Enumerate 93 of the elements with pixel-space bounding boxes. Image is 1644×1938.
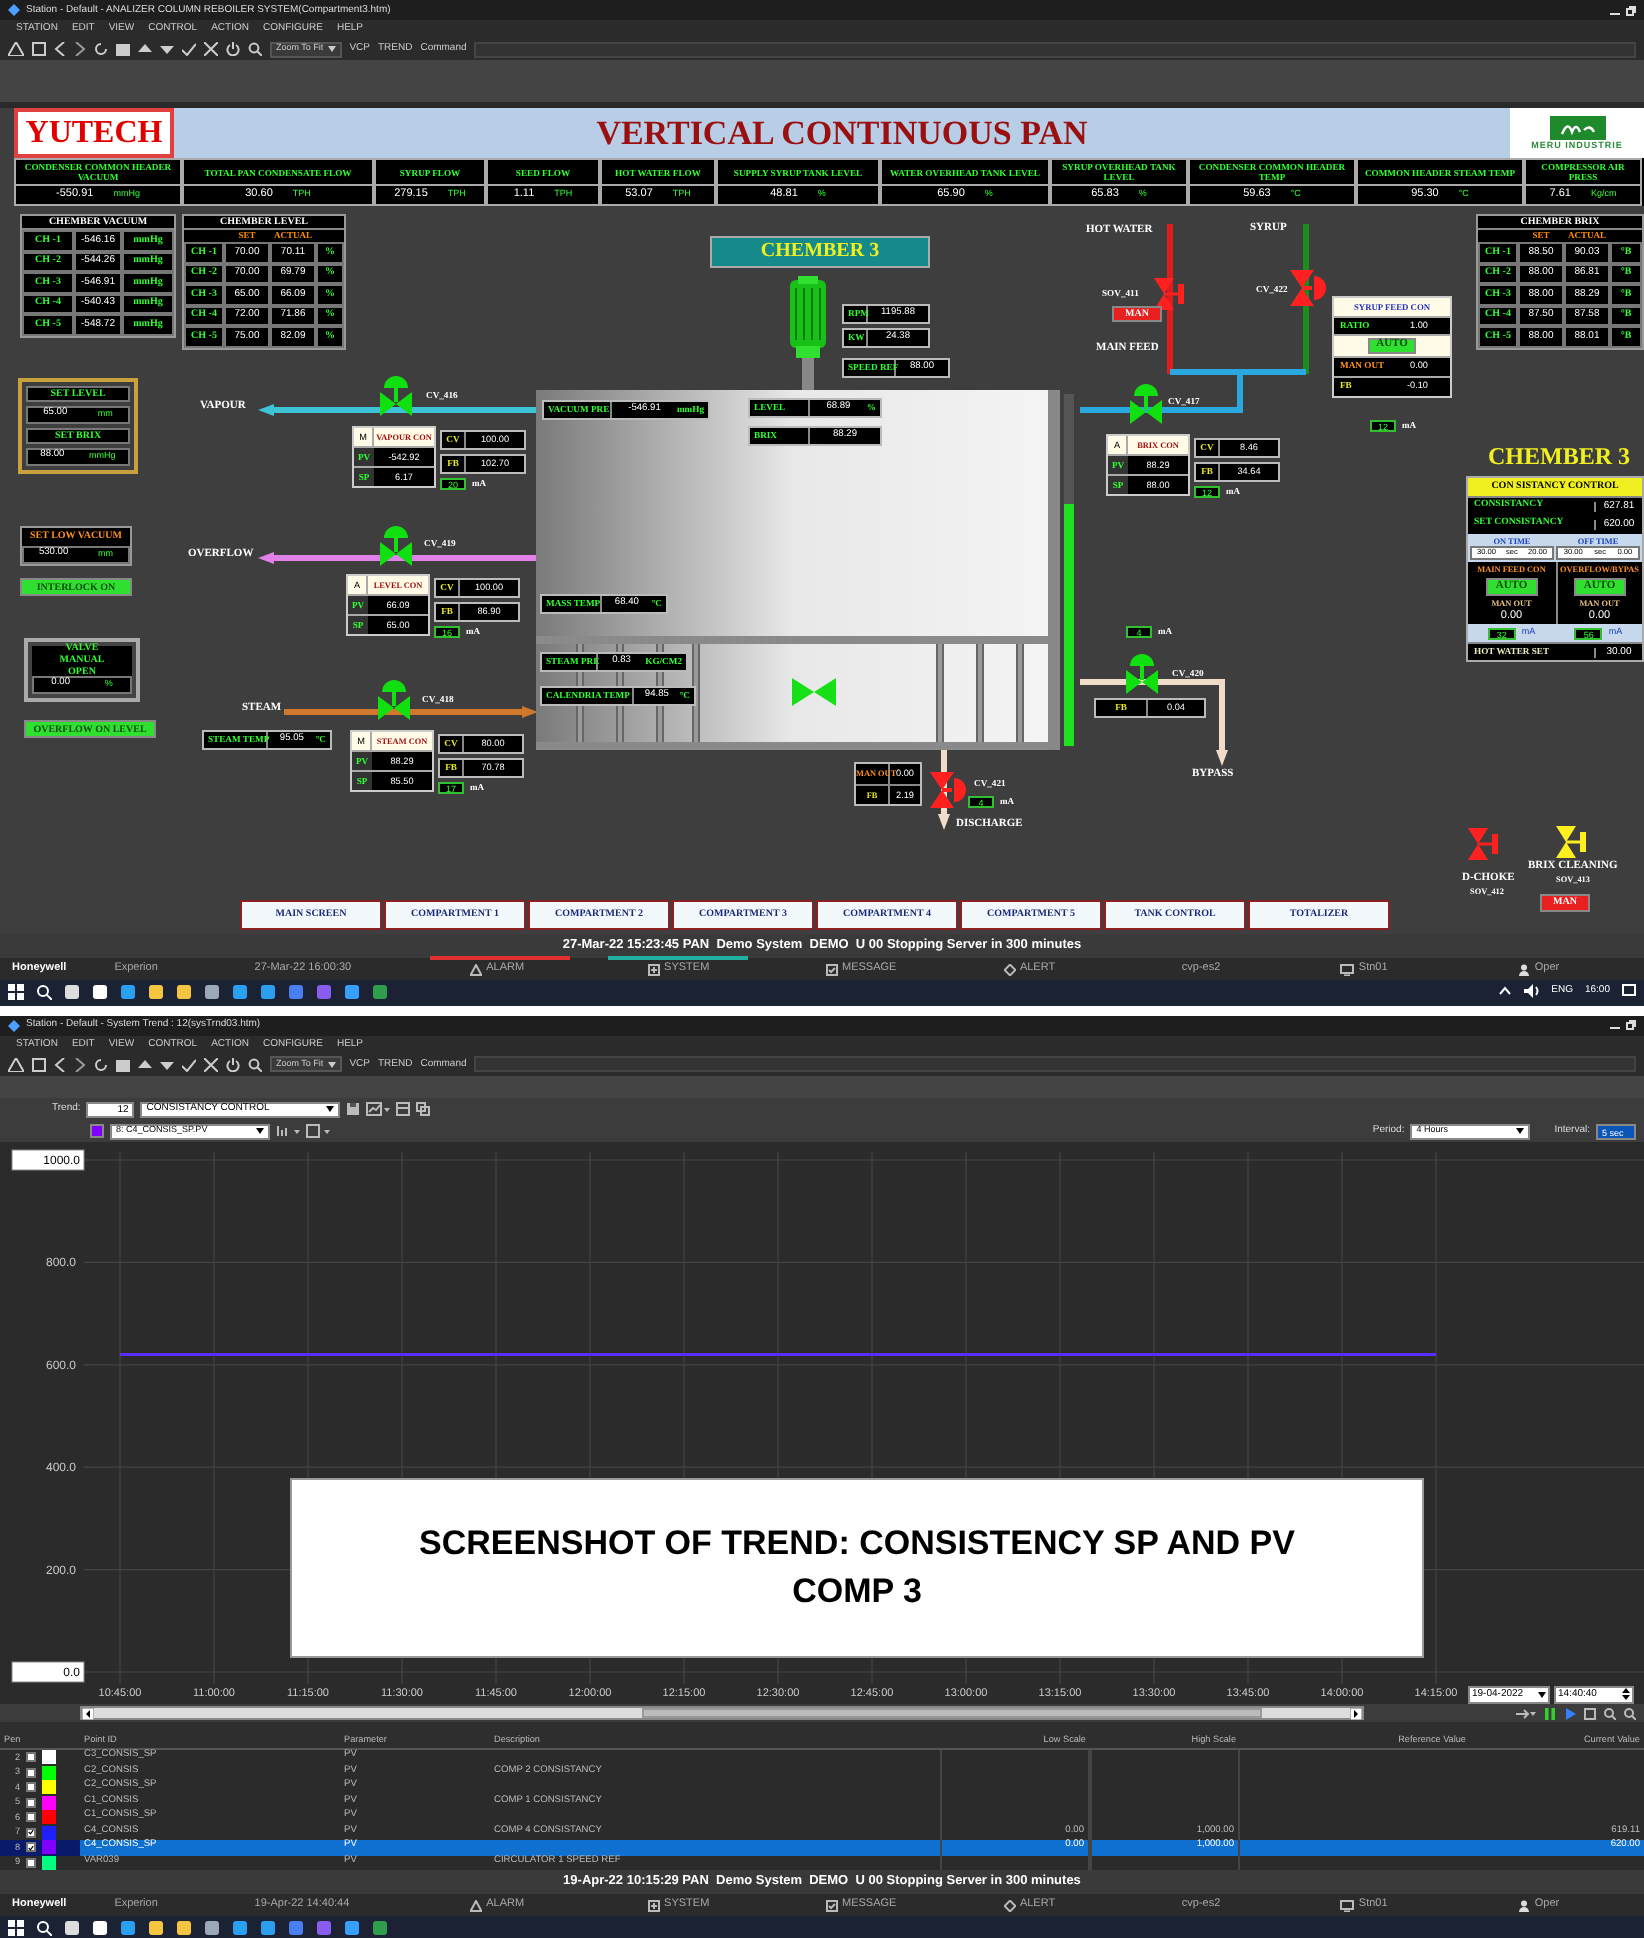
power-icon[interactable] xyxy=(226,42,240,56)
valve-icon[interactable] xyxy=(1290,270,1326,306)
pen-checkbox[interactable] xyxy=(26,1767,36,1778)
speaker-icon[interactable] xyxy=(1523,984,1540,998)
triangle-icon[interactable] xyxy=(8,42,24,56)
caret-icon xyxy=(326,1106,335,1113)
message-icon xyxy=(826,1899,838,1912)
close-icon[interactable] xyxy=(204,42,218,56)
solenoid-valve-icon[interactable] xyxy=(1556,826,1588,858)
triangle-icon[interactable] xyxy=(8,1057,24,1072)
chevron-right-icon[interactable] xyxy=(74,1057,86,1072)
system-icon xyxy=(648,1899,661,1912)
scroll-right-icon[interactable] xyxy=(1350,1707,1362,1720)
motor-icon xyxy=(784,276,832,390)
refresh-icon[interactable] xyxy=(94,1057,108,1072)
pause-icon[interactable] xyxy=(1544,1707,1556,1720)
user-icon xyxy=(1518,1899,1531,1912)
grid-icon[interactable] xyxy=(1584,1707,1596,1720)
check-icon[interactable] xyxy=(182,1057,196,1072)
down-triangle-icon[interactable] xyxy=(160,42,174,56)
scrollbar-thumb[interactable] xyxy=(642,1708,1262,1719)
spinner-icon xyxy=(1622,1688,1630,1701)
layout-icon[interactable] xyxy=(396,1102,411,1117)
alert-icon xyxy=(1003,1899,1016,1912)
pen-checkbox[interactable] xyxy=(26,1842,36,1853)
copy-icon[interactable] xyxy=(416,1102,431,1117)
settings-dropdown-icon[interactable] xyxy=(306,1124,330,1139)
alert-icon xyxy=(1003,963,1016,975)
caret-icon xyxy=(256,1128,264,1135)
caption-text: SCREENSHOT OF TREND: CONSISTENCY SP AND PV COMP 3 xyxy=(417,1521,1297,1614)
monitor-icon xyxy=(1340,1899,1355,1912)
command-field[interactable] xyxy=(474,41,1636,57)
pen-checkbox[interactable] xyxy=(26,1827,36,1838)
save-icon[interactable] xyxy=(346,1102,361,1117)
down-triangle-icon[interactable] xyxy=(160,1057,174,1072)
notification-icon[interactable] xyxy=(1622,984,1636,998)
refresh-icon[interactable] xyxy=(94,42,108,56)
up-triangle-icon[interactable] xyxy=(138,42,152,56)
chevron-left-icon[interactable] xyxy=(54,1057,66,1072)
arrow-dropdown-icon[interactable] xyxy=(1516,1707,1536,1720)
close-icon[interactable] xyxy=(204,1057,218,1072)
valve-icon[interactable] xyxy=(1130,384,1162,424)
valve-icon[interactable] xyxy=(1154,278,1186,310)
app-icon[interactable] xyxy=(8,4,20,16)
search-icon[interactable] xyxy=(248,1057,262,1072)
valve-icon[interactable] xyxy=(1126,654,1158,694)
caret-icon xyxy=(1538,1691,1546,1698)
message-icon xyxy=(826,963,838,975)
chevron-up-icon[interactable] xyxy=(1497,984,1512,998)
scrollbar[interactable] xyxy=(80,1706,1364,1721)
pen-checkbox[interactable] xyxy=(26,1752,36,1763)
app-icon[interactable] xyxy=(8,1019,20,1032)
chevron-right-icon[interactable] xyxy=(74,42,86,56)
script-logo-icon xyxy=(1549,115,1605,140)
up-triangle-icon[interactable] xyxy=(138,1057,152,1072)
command-field[interactable] xyxy=(474,1056,1636,1073)
search-icon[interactable] xyxy=(248,42,262,56)
valve-icon[interactable] xyxy=(930,772,966,808)
pen-checkbox[interactable] xyxy=(26,1782,36,1793)
restore-icon[interactable] xyxy=(1626,1020,1636,1031)
caret-icon xyxy=(327,46,336,52)
warning-icon xyxy=(470,963,483,975)
pen-checkbox[interactable] xyxy=(26,1857,36,1868)
zoom-in-icon[interactable] xyxy=(1604,1707,1616,1720)
restore-icon[interactable] xyxy=(1626,5,1636,15)
page-title: VERTICAL CONTINUOUS PAN xyxy=(174,108,1510,158)
play-icon[interactable] xyxy=(1564,1707,1576,1720)
pen-checkbox[interactable] xyxy=(26,1797,36,1808)
chevron-left-icon[interactable] xyxy=(54,42,66,56)
square-icon[interactable] xyxy=(32,42,46,56)
caret-icon xyxy=(1516,1128,1525,1135)
user-icon xyxy=(1518,963,1531,975)
valve-icon[interactable] xyxy=(380,526,412,566)
logo: YUTECH xyxy=(14,108,174,158)
system-icon xyxy=(648,963,661,975)
check-icon[interactable] xyxy=(182,42,196,56)
square-icon[interactable] xyxy=(32,1057,46,1072)
zoom-out-icon[interactable] xyxy=(1624,1707,1636,1720)
pen-checkbox[interactable] xyxy=(26,1812,36,1823)
caret-icon xyxy=(327,1061,336,1068)
valve-icon[interactable] xyxy=(380,376,412,416)
chamber-title: CHEMBER 3 xyxy=(710,236,930,268)
windows-logo-icon[interactable] xyxy=(8,1920,24,1937)
valve-icon[interactable] xyxy=(378,680,410,720)
panel-title: CHEMBER 3 xyxy=(1488,444,1631,468)
power-icon[interactable] xyxy=(226,1057,240,1072)
scroll-left-icon[interactable] xyxy=(82,1707,94,1720)
windows-logo-icon[interactable] xyxy=(8,984,24,1000)
warning-icon xyxy=(470,1899,483,1912)
monitor-icon xyxy=(1340,963,1355,975)
agitator-icon xyxy=(792,678,836,706)
bar-chart-icon[interactable] xyxy=(276,1124,300,1139)
chart-type-icon[interactable] xyxy=(366,1102,391,1117)
